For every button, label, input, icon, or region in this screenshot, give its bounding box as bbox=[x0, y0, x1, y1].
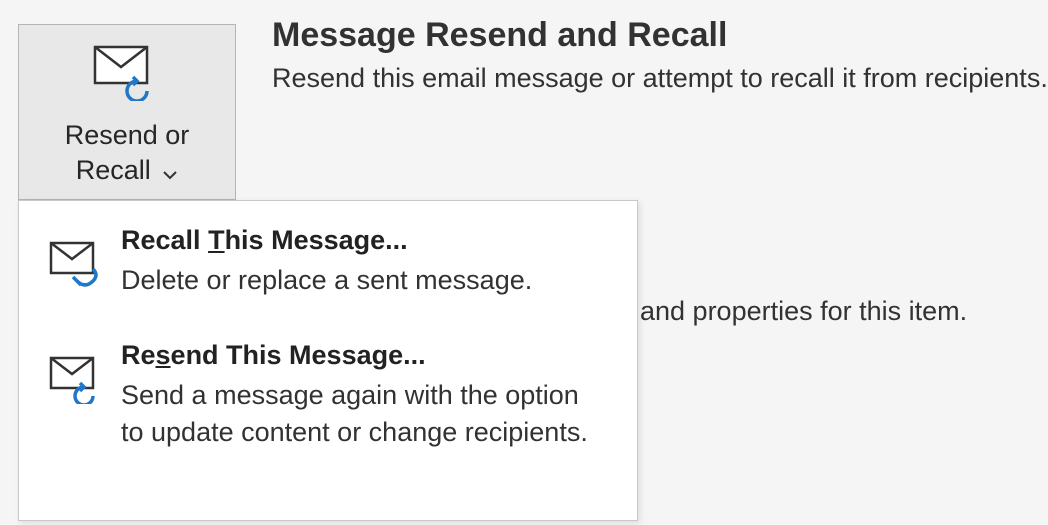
recall-item-desc: Delete or replace a sent message. bbox=[121, 262, 532, 298]
resend-item-desc: Send a message again with the option to … bbox=[121, 377, 588, 450]
section-subtitle: Resend this email message or attempt to … bbox=[272, 63, 1048, 94]
section-title: Message Resend and Recall bbox=[272, 16, 1048, 55]
resend-this-message-item[interactable]: Resend This Message... Send a message ag… bbox=[19, 310, 637, 462]
chevron-down-icon bbox=[162, 154, 178, 189]
main-area: Resend or Recall Message Resend and Reca… bbox=[0, 0, 1048, 48]
resend-recall-dropdown: Recall This Message... Delete or replace… bbox=[18, 200, 638, 521]
ribbon-button-label: Resend or Recall bbox=[65, 118, 190, 190]
recall-item-title: Recall This Message... bbox=[121, 225, 532, 256]
resend-recall-button[interactable]: Resend or Recall bbox=[18, 24, 236, 200]
envelope-resend-icon bbox=[93, 45, 161, 106]
envelope-recall-icon bbox=[47, 241, 107, 289]
recall-this-message-item[interactable]: Recall This Message... Delete or replace… bbox=[19, 201, 637, 310]
resend-item-title: Resend This Message... bbox=[121, 340, 588, 371]
background-text-fragment: and properties for this item. bbox=[640, 296, 967, 327]
heading-block: Message Resend and Recall Resend this em… bbox=[272, 16, 1048, 94]
envelope-resend-menu-icon bbox=[47, 356, 107, 404]
